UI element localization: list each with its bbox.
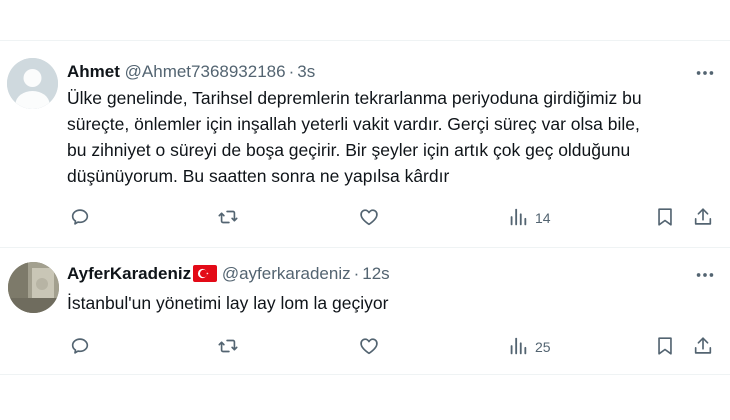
action-bar: 25 xyxy=(67,335,727,359)
share-icon xyxy=(692,335,714,360)
like-button[interactable] xyxy=(358,206,380,230)
tweet-text: Ülke genelinde, Tarihsel depremlerin tek… xyxy=(67,88,642,186)
share-button[interactable] xyxy=(692,335,714,359)
avatar[interactable] xyxy=(7,58,58,109)
reply-button[interactable] xyxy=(69,335,91,359)
action-bar: 14 xyxy=(67,206,727,230)
tweet-text: İstanbul'un yönetimi lay lay lom la geçi… xyxy=(67,293,389,313)
views-button[interactable]: 25 xyxy=(507,335,551,359)
reply-button[interactable] xyxy=(69,206,91,230)
bookmark-icon xyxy=(654,335,676,360)
more-icon[interactable] xyxy=(694,264,716,286)
reply-icon xyxy=(69,206,91,231)
turkey-flag-icon xyxy=(193,265,218,288)
display-name[interactable]: Ahmet xyxy=(67,62,120,81)
views-count: 14 xyxy=(535,210,551,226)
more-icon[interactable] xyxy=(694,62,716,84)
timestamp[interactable]: 3s xyxy=(297,62,315,81)
like-icon xyxy=(358,335,380,360)
retweet-button[interactable] xyxy=(217,335,239,359)
user-handle[interactable]: @ayferkaradeniz xyxy=(222,264,351,283)
divider xyxy=(0,374,730,375)
reply-icon xyxy=(69,335,91,360)
tweet[interactable]: Ahmet @Ahmet7368932186 · 3s Ülke genelinde… xyxy=(0,40,730,236)
views-icon xyxy=(507,206,529,231)
user-handle[interactable]: @Ahmet7368932186 xyxy=(125,62,286,81)
timestamp[interactable]: 12s xyxy=(362,264,389,283)
separator-dot: · xyxy=(288,62,295,81)
display-name[interactable]: AyferKaradeniz xyxy=(67,264,191,283)
bookmark-button[interactable] xyxy=(654,206,676,230)
tweet-header: AyferKaradeniz @ayferkaradeniz · 12s xyxy=(67,263,390,288)
retweet-button[interactable] xyxy=(217,206,239,230)
like-icon xyxy=(358,206,380,231)
separator-dot: · xyxy=(353,264,360,283)
share-icon xyxy=(692,206,714,231)
share-button[interactable] xyxy=(692,206,714,230)
retweet-icon xyxy=(217,335,239,360)
tweet-header: Ahmet @Ahmet7368932186 · 3s xyxy=(67,61,315,83)
views-button[interactable]: 14 xyxy=(507,206,551,230)
like-button[interactable] xyxy=(358,335,380,359)
views-icon xyxy=(507,335,529,360)
retweet-icon xyxy=(217,206,239,231)
bookmark-button[interactable] xyxy=(654,335,676,359)
views-count: 25 xyxy=(535,339,551,355)
tweet[interactable]: AyferKaradeniz @ayferkaradeniz · 12s İstan… xyxy=(0,248,730,374)
avatar[interactable] xyxy=(8,262,59,313)
bookmark-icon xyxy=(654,206,676,231)
